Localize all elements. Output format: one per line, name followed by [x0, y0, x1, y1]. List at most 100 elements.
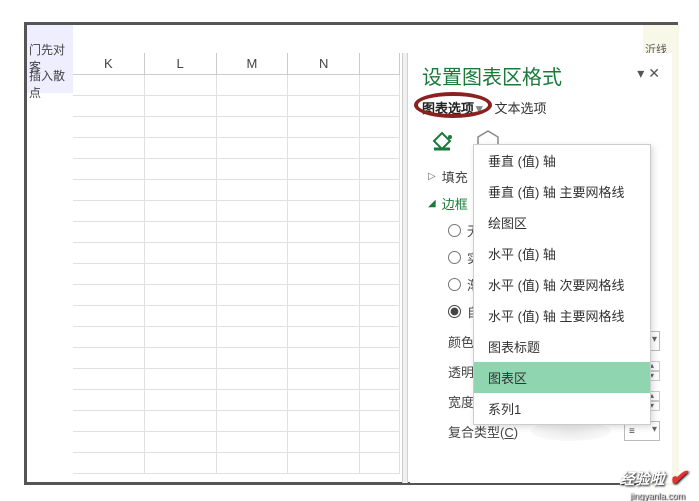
tab-text-options[interactable]: 文本选项	[495, 98, 547, 117]
grid-cell[interactable]	[145, 75, 217, 96]
grid-cell[interactable]	[360, 222, 400, 243]
grid-cell[interactable]	[73, 222, 145, 243]
grid-cell[interactable]	[288, 306, 360, 327]
radio-solid-line-input[interactable]	[448, 251, 461, 264]
grid-cell[interactable]	[73, 96, 145, 117]
grid-cell[interactable]	[288, 159, 360, 180]
grid-cell[interactable]	[360, 432, 400, 453]
dropdown-item[interactable]: 水平 (值) 轴	[474, 238, 650, 269]
grid-cell[interactable]	[217, 285, 289, 306]
grid-cell[interactable]	[360, 285, 400, 306]
col-header-N[interactable]: N	[288, 53, 360, 75]
grid-cell[interactable]	[217, 411, 289, 432]
grid-cell[interactable]	[217, 96, 289, 117]
grid-cell[interactable]	[73, 369, 145, 390]
grid-cell[interactable]	[145, 243, 217, 264]
grid-cell[interactable]	[217, 201, 289, 222]
grid-cell[interactable]	[217, 306, 289, 327]
grid-cell[interactable]	[288, 411, 360, 432]
grid-cell[interactable]	[288, 327, 360, 348]
radio-auto-input[interactable]	[448, 305, 461, 318]
grid-cell[interactable]	[217, 138, 289, 159]
pane-splitter[interactable]	[402, 53, 408, 483]
grid-cell[interactable]	[73, 348, 145, 369]
grid-cell[interactable]	[145, 285, 217, 306]
grid-cell[interactable]	[217, 222, 289, 243]
grid-cell[interactable]	[73, 75, 145, 96]
grid-cell[interactable]	[145, 369, 217, 390]
grid-cell[interactable]	[360, 327, 400, 348]
dropdown-item[interactable]: 垂直 (值) 轴 主要网格线	[474, 176, 650, 207]
grid-cell[interactable]	[288, 96, 360, 117]
grid-cell[interactable]	[73, 180, 145, 201]
grid-cell[interactable]	[360, 369, 400, 390]
grid-cell[interactable]	[288, 180, 360, 201]
grid-cell[interactable]	[288, 138, 360, 159]
grid-cell[interactable]	[360, 117, 400, 138]
grid-cell[interactable]	[217, 159, 289, 180]
panel-close-icon[interactable]: ✕	[648, 65, 660, 82]
dropdown-item[interactable]: 水平 (值) 轴 次要网格线	[474, 269, 650, 300]
grid-cell[interactable]	[145, 201, 217, 222]
grid-cell[interactable]	[288, 243, 360, 264]
grid-cell[interactable]	[288, 201, 360, 222]
grid-cell[interactable]	[360, 264, 400, 285]
col-header-L[interactable]: L	[145, 53, 217, 75]
grid-cell[interactable]	[73, 306, 145, 327]
grid-cell[interactable]	[217, 348, 289, 369]
grid-cell[interactable]	[145, 96, 217, 117]
grid-cell[interactable]	[288, 285, 360, 306]
grid-cell[interactable]	[360, 348, 400, 369]
grid-cell[interactable]	[145, 264, 217, 285]
grid-cell[interactable]	[360, 243, 400, 264]
panel-dropdown-icon[interactable]: ▾	[637, 65, 644, 82]
col-header-M[interactable]: M	[217, 53, 289, 75]
grid-cell[interactable]	[73, 432, 145, 453]
grid-cell[interactable]	[360, 180, 400, 201]
dropdown-item[interactable]: 绘图区	[474, 207, 650, 238]
grid-cell[interactable]	[217, 327, 289, 348]
grid-cell[interactable]	[73, 411, 145, 432]
dropdown-item[interactable]: 系列1	[474, 393, 650, 424]
grid-cell[interactable]	[288, 390, 360, 411]
grid-cell[interactable]	[145, 159, 217, 180]
grid-cell[interactable]	[288, 348, 360, 369]
fill-line-icon[interactable]	[428, 127, 456, 155]
grid-cell[interactable]	[217, 264, 289, 285]
grid-cell[interactable]	[145, 117, 217, 138]
grid-cell[interactable]	[360, 201, 400, 222]
grid-cell[interactable]	[73, 264, 145, 285]
dropdown-item[interactable]: 图表区	[474, 362, 650, 393]
grid-cell[interactable]	[145, 180, 217, 201]
tab-chart-options[interactable]: 图表选项▾	[422, 98, 483, 117]
grid-cell[interactable]	[217, 432, 289, 453]
grid-cell[interactable]	[360, 138, 400, 159]
grid-cell[interactable]	[217, 369, 289, 390]
grid-cell[interactable]	[360, 453, 400, 474]
grid-cell[interactable]	[360, 390, 400, 411]
grid-cell[interactable]	[145, 453, 217, 474]
grid-cell[interactable]	[217, 390, 289, 411]
grid-cell[interactable]	[73, 390, 145, 411]
grid-cell[interactable]	[217, 117, 289, 138]
col-header-K[interactable]: K	[73, 53, 145, 75]
grid-cell[interactable]	[73, 243, 145, 264]
grid-cell[interactable]	[288, 432, 360, 453]
dropdown-item[interactable]: 垂直 (值) 轴	[474, 145, 650, 176]
grid-cell[interactable]	[288, 222, 360, 243]
grid-cell[interactable]	[288, 264, 360, 285]
grid-cell[interactable]	[145, 411, 217, 432]
grid-cell[interactable]	[288, 117, 360, 138]
grid-cell[interactable]	[145, 138, 217, 159]
grid-cell[interactable]	[73, 327, 145, 348]
grid-cell[interactable]	[145, 348, 217, 369]
dropdown-item[interactable]: 图表标题	[474, 331, 650, 362]
grid-cell[interactable]	[73, 201, 145, 222]
radio-gradient-line-input[interactable]	[448, 278, 461, 291]
grid-cell[interactable]	[73, 285, 145, 306]
grid-cell[interactable]	[360, 306, 400, 327]
grid-cell[interactable]	[288, 369, 360, 390]
grid-cell[interactable]	[217, 180, 289, 201]
grid-cell[interactable]	[360, 159, 400, 180]
grid-cell[interactable]	[73, 117, 145, 138]
